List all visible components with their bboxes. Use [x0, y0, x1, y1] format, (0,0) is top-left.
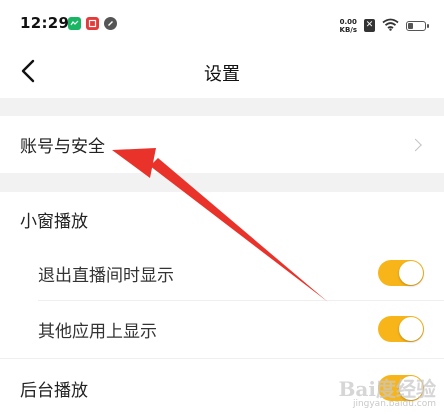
watermark: Bai度经验 jingyan.baidu.com — [339, 378, 436, 410]
status-time: 12:29 — [20, 14, 70, 32]
app-icon-red — [86, 17, 99, 30]
network-speed-unit: KB/s — [339, 25, 357, 34]
chevron-right-icon — [409, 138, 422, 151]
account-security-row[interactable]: 账号与安全 — [0, 116, 444, 173]
small-window-section-header: 小窗播放 — [0, 192, 444, 246]
page-title: 设置 — [204, 64, 240, 85]
toggle-knob — [399, 261, 423, 285]
toggle-knob — [399, 317, 423, 341]
app-icon-green — [68, 17, 81, 30]
background-play-label: 后台播放 — [20, 380, 88, 401]
notification-icons — [68, 17, 117, 30]
other-apps-toggle[interactable] — [378, 316, 424, 342]
exit-live-room-row[interactable]: 退出直播间时显示 — [0, 246, 444, 300]
other-apps-label: 其他应用上显示 — [38, 322, 157, 342]
exit-live-room-toggle[interactable] — [378, 260, 424, 286]
sim-off-icon: ✕ — [364, 19, 375, 32]
app-icon-round — [104, 17, 117, 30]
battery-icon — [406, 20, 429, 31]
settings-screen: 12:29 0.00 KB/s ✕ 设置 账号与安全 小窗播放 退出直播间时显示… — [0, 0, 444, 414]
exit-live-room-label: 退出直播间时显示 — [38, 265, 174, 286]
battery-level — [408, 22, 414, 29]
section-gap — [0, 98, 444, 116]
small-window-label: 小窗播放 — [20, 211, 88, 232]
other-apps-row[interactable]: 其他应用上显示 — [0, 301, 444, 358]
network-speed-value: 0.00 — [339, 17, 357, 26]
status-bar: 12:29 0.00 KB/s ✕ — [0, 0, 444, 44]
system-icons: 0.00 KB/s ✕ — [340, 16, 429, 35]
watermark-brand: Bai度经验 — [338, 377, 436, 402]
account-security-label: 账号与安全 — [20, 137, 105, 157]
network-speed: 0.00 KB/s — [340, 18, 357, 34]
watermark-url: jingyan.baidu.com — [352, 399, 436, 410]
navigation-bar: 设置 — [0, 44, 444, 98]
section-gap — [0, 173, 444, 192]
wifi-icon — [382, 16, 399, 35]
